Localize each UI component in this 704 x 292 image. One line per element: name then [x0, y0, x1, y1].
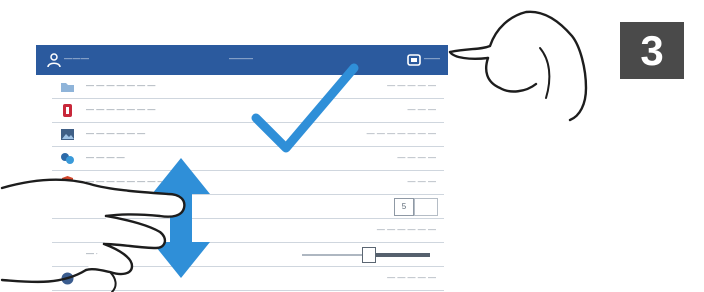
list-item-label: — — — — — — — — [86, 81, 156, 90]
checkmark-icon — [251, 63, 359, 153]
tap-hand-icon — [448, 10, 588, 122]
screen-header: ——— ——— —— — [36, 45, 448, 75]
list-item-value: — — — — — — — — [366, 129, 436, 138]
list-item-value: — — — — — [397, 153, 436, 162]
list-item[interactable]: — — — — — — — — — — — — — — [52, 123, 444, 147]
device-icon[interactable] — [406, 52, 422, 68]
header-device-label[interactable]: —— — [424, 54, 440, 63]
list-item-value: — — — — [407, 105, 436, 114]
network-icon — [61, 153, 74, 164]
list-item-value: — — — — — — — [376, 225, 436, 234]
list-item[interactable]: — — — — — — — — — [52, 147, 444, 171]
swipe-hand-icon — [0, 178, 186, 292]
list-item-value: — — — — — — [387, 273, 436, 282]
list-item-label: — — — — — — — [86, 129, 146, 138]
image-icon — [61, 129, 74, 140]
folder-icon — [61, 83, 74, 92]
header-user-label[interactable]: ——— — [64, 54, 90, 63]
quantity-stepper[interactable]: 5 — [394, 198, 414, 216]
list-item-label: — — — — — — — — [86, 105, 156, 114]
list-item-label: — — — — — [86, 153, 125, 162]
user-icon[interactable] — [46, 52, 62, 68]
list-item-value: — — — — [407, 177, 436, 186]
list-item-value: — — — — — — [387, 81, 436, 90]
slider-fill — [372, 253, 430, 257]
list-item[interactable]: — — — — — — — — — — — [52, 99, 444, 123]
list-item[interactable]: — — — — — — — — — — — — — [52, 75, 444, 99]
stepper-button[interactable] — [414, 198, 438, 216]
slider-handle[interactable] — [362, 247, 376, 263]
step-number-badge: 3 — [620, 22, 684, 79]
red-app-icon — [63, 104, 72, 117]
